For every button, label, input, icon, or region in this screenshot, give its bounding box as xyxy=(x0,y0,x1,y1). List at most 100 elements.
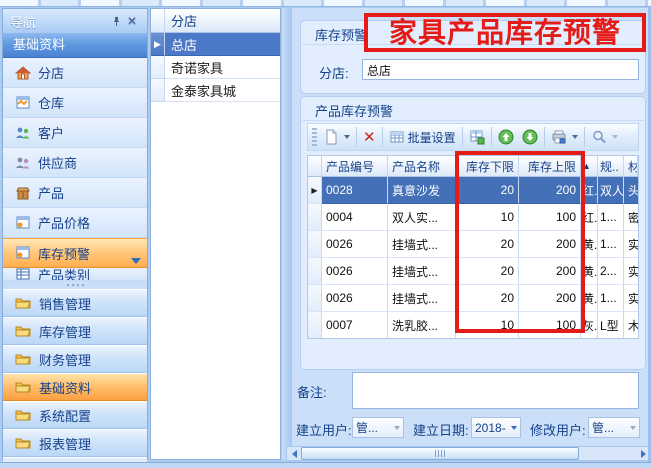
cell-product-name[interactable]: 双人实... xyxy=(388,204,456,231)
cell-product-code[interactable]: 0026 xyxy=(322,231,388,258)
nav-pane-title: 导航 xyxy=(10,12,108,31)
folder-icon xyxy=(15,379,31,395)
cell-material[interactable]: 密 xyxy=(624,204,638,231)
clipped-top-toolbar xyxy=(0,0,651,7)
vertical-splitter[interactable] xyxy=(282,8,292,460)
move-up-button[interactable] xyxy=(494,126,518,148)
col-header-material[interactable]: 材 xyxy=(624,156,638,177)
cell-product-code[interactable]: 0026 xyxy=(322,258,388,285)
sidebar-item-suppliers[interactable]: 供应商 xyxy=(3,148,147,178)
row-indicator xyxy=(308,258,322,285)
scroll-left-icon[interactable] xyxy=(287,447,301,460)
circle-down-arrow-icon xyxy=(522,129,538,145)
cell-material[interactable]: 实 xyxy=(624,285,638,312)
sidebar-item-label: 产品价格 xyxy=(38,213,90,232)
folder-icon xyxy=(15,407,31,423)
branch-cell[interactable]: 金泰家具城 xyxy=(165,79,280,102)
cell-product-name[interactable]: 真意沙发 xyxy=(388,177,456,204)
sidebar-item-product-price[interactable]: 产品价格 xyxy=(3,208,147,238)
cell-product-name[interactable]: 洗乳胶... xyxy=(388,312,456,339)
move-down-button[interactable] xyxy=(518,126,542,148)
sidebar-group-reports[interactable]: 报表管理 xyxy=(3,429,147,457)
branch-column-header[interactable]: 分店 xyxy=(165,9,280,33)
modified-by-dropdown[interactable]: 管... xyxy=(588,417,640,438)
toolbar-drag-handle[interactable] xyxy=(312,128,317,146)
batch-settings-button[interactable]: 批量设置 xyxy=(385,126,460,148)
branch-grid-header[interactable]: 分店 xyxy=(151,9,280,33)
nav-pane-titlebar: 导航 ✕ xyxy=(3,9,147,33)
suppliers-icon xyxy=(15,155,31,171)
created-by-label: 建立用户: xyxy=(296,420,352,439)
sidebar-group-label: 销售管理 xyxy=(39,294,91,313)
horizontal-scrollbar[interactable] xyxy=(286,446,651,461)
cell-product-code[interactable]: 0028 xyxy=(322,177,388,204)
sidebar-item-label: 分店 xyxy=(38,63,64,82)
branch-list-grid: 分店 ▶ 总店 奇诺家具 金泰家具城 xyxy=(150,8,281,460)
row-indicator xyxy=(308,285,322,312)
scrollbar-thumb[interactable] xyxy=(301,447,579,460)
warehouse-doc-icon xyxy=(15,95,31,111)
export-grid-button[interactable] xyxy=(465,126,489,148)
sidebar-item-warehouse[interactable]: 仓库 xyxy=(3,88,147,118)
cell-spec[interactable]: 1... xyxy=(598,285,624,312)
cell-spec[interactable]: L型 xyxy=(598,312,624,339)
pin-icon[interactable] xyxy=(108,13,124,29)
cell-spec[interactable]: 2... xyxy=(598,258,624,285)
cell-material[interactable]: 实 xyxy=(624,231,638,258)
search-button[interactable] xyxy=(587,126,622,148)
sidebar-group-sales[interactable]: 销售管理 xyxy=(3,289,147,317)
cell-material[interactable]: 实 xyxy=(624,258,638,285)
branch-cell[interactable]: 奇诺家具 xyxy=(165,56,280,79)
cell-product-name[interactable]: 挂墙式... xyxy=(388,285,456,312)
cell-product-name[interactable]: 挂墙式... xyxy=(388,258,456,285)
created-by-value: 管... xyxy=(356,419,392,436)
col-header-product-name[interactable]: 产品名称 xyxy=(388,156,456,177)
close-icon[interactable]: ✕ xyxy=(124,13,140,29)
nav-group-header[interactable]: 基础资料 xyxy=(3,33,147,58)
sidebar-item-branch[interactable]: 分店 xyxy=(3,58,147,88)
folder-icon xyxy=(15,435,31,451)
branch-cell[interactable]: 总店 xyxy=(165,33,280,56)
branch-row-selected[interactable]: ▶ 总店 xyxy=(151,33,280,56)
cell-spec[interactable]: 双人 xyxy=(598,177,624,204)
cell-product-code[interactable]: 0004 xyxy=(322,204,388,231)
product-box-icon xyxy=(15,185,31,201)
cell-product-code[interactable]: 0026 xyxy=(322,285,388,312)
new-record-button[interactable] xyxy=(319,126,354,148)
sidebar-item-customers[interactable]: 客户 xyxy=(3,118,147,148)
created-by-dropdown[interactable]: 管... xyxy=(352,417,404,438)
sidebar-group-label: 系统配置 xyxy=(39,406,91,425)
sidebar-group-basic-data[interactable]: 基础资料 xyxy=(3,373,147,401)
folder-icon xyxy=(15,295,31,311)
cell-material[interactable]: 头 xyxy=(624,177,638,204)
created-date-dropdown[interactable]: 2018- xyxy=(471,417,521,438)
sidebar-item-products[interactable]: 产品 xyxy=(3,178,147,208)
sidebar-group-system-config[interactable]: 系统配置 xyxy=(3,401,147,429)
window-bottom-edge xyxy=(0,462,651,468)
branch-field-input[interactable]: 总店 xyxy=(362,59,639,80)
grid-settings-icon xyxy=(389,129,405,145)
dropdown-arrow-icon xyxy=(344,135,350,139)
cell-product-code[interactable]: 0007 xyxy=(322,312,388,339)
branch-row[interactable]: 奇诺家具 xyxy=(151,56,280,79)
groupbox-title: 产品库存预警 xyxy=(315,101,393,120)
col-header-product-code[interactable]: 产品编号 xyxy=(322,156,388,177)
nav-splitter-handle[interactable] xyxy=(3,281,147,289)
cell-spec[interactable]: 1... xyxy=(598,204,624,231)
sidebar-group-inventory[interactable]: 库存管理 xyxy=(3,317,147,345)
remark-textarea[interactable] xyxy=(352,372,639,409)
cell-material[interactable]: 木 xyxy=(624,312,638,339)
cell-product-name[interactable]: 挂墙式... xyxy=(388,231,456,258)
branch-row[interactable]: 金泰家具城 xyxy=(151,79,280,102)
sidebar-item-product-category[interactable]: 产品类别 xyxy=(3,268,147,281)
print-button[interactable] xyxy=(547,126,582,148)
grid-add-icon xyxy=(469,129,485,145)
col-header-spec[interactable]: 规.. xyxy=(598,156,624,177)
nav-scroll-down-icon[interactable] xyxy=(131,258,141,264)
dropdown-arrow-icon xyxy=(612,135,618,139)
sidebar-group-finance[interactable]: 财务管理 xyxy=(3,345,147,373)
dropdown-arrow-icon xyxy=(630,426,636,430)
delete-record-button[interactable]: ✕ xyxy=(359,126,380,148)
cell-spec[interactable]: 1... xyxy=(598,231,624,258)
sidebar-item-inventory-warning[interactable]: 库存预警 xyxy=(3,238,147,268)
